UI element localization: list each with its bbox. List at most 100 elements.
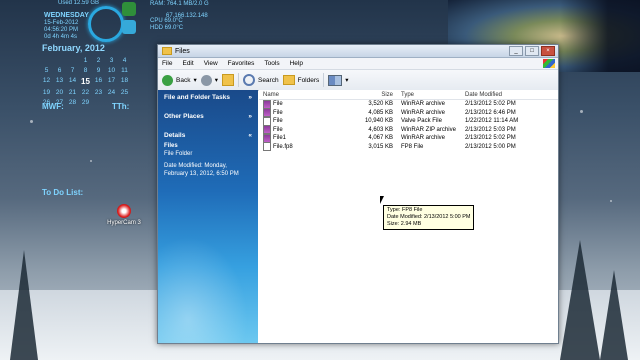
chevron-down-icon[interactable]: ▾ — [215, 76, 218, 84]
file-list[interactable]: Name Size Type Date Modified File 3,520 K… — [259, 90, 558, 343]
column-size[interactable]: Size — [335, 92, 397, 98]
calendar-day: 3 — [109, 57, 114, 64]
maximize-button[interactable]: □ — [525, 46, 539, 56]
chevron-down-icon[interactable]: ▾ — [193, 76, 196, 84]
details-modified: Date Modified: Monday, February 13, 2012… — [164, 163, 239, 177]
calendar-day: 2 — [96, 57, 101, 64]
calendar-day: 6 — [57, 67, 62, 74]
snowflake — [90, 160, 92, 162]
snowflake — [30, 120, 33, 123]
folder-icon — [162, 47, 172, 55]
menu-view[interactable]: View — [204, 60, 218, 67]
calendar-day — [40, 57, 53, 64]
label-tth: TTh: — [112, 102, 130, 111]
menu-favorites[interactable]: Favorites — [228, 60, 255, 67]
hypercam-icon — [117, 204, 131, 218]
file-row[interactable]: File 4,603 KB WinRAR ZIP archive 2/13/2012 … — [259, 125, 558, 135]
tree — [560, 240, 600, 360]
explorer-window[interactable]: Files _ □ × File Edit View Favorites Too… — [157, 44, 559, 344]
calendar-day — [92, 99, 105, 106]
chevron-down-icon[interactable]: ▾ — [345, 76, 348, 84]
menu-bar: File Edit View Favorites Tools Help — [158, 58, 558, 70]
calendar-day: 11 — [121, 67, 128, 74]
calendar-day: 20 — [55, 89, 64, 96]
file-type: WinRAR archive — [401, 101, 446, 108]
snowflake — [610, 200, 612, 202]
details-type: File Folder — [164, 151, 193, 157]
forward-button[interactable]: ▾ — [200, 74, 218, 86]
section-title: Other Places — [164, 113, 204, 120]
views-button[interactable]: ▾ — [328, 74, 349, 86]
column-type[interactable]: Type — [397, 92, 461, 98]
file-row[interactable]: File 4,085 KB WinRAR archive 2/13/2012 6:46… — [259, 108, 558, 118]
calendar-day: 19 — [42, 89, 51, 96]
calendar-day: 10 — [107, 67, 116, 74]
task-pane-decoration — [158, 223, 258, 343]
snowflake — [580, 110, 583, 113]
back-button[interactable]: Back ▾ — [162, 74, 197, 86]
file-name: File — [273, 118, 283, 125]
back-arrow-icon — [162, 74, 173, 86]
desktop-icon-hypercam[interactable]: HyperCam 3 — [104, 204, 144, 226]
file-date: 2/13/2012 5:02 PM — [465, 101, 516, 108]
calendar-title: February, 2012 — [42, 43, 105, 53]
calendar-day: 5 — [44, 67, 49, 74]
folders-label: Folders — [297, 76, 320, 84]
title-bar[interactable]: Files _ □ × — [158, 45, 558, 58]
cpu-text: CPU 69.0°C — [150, 18, 183, 24]
file-row[interactable]: File1 4,067 KB WinRAR archive 2/13/2012 5:0… — [259, 133, 558, 143]
calendar-day: 17 — [107, 77, 116, 84]
date-line: 15-Feb-2012 — [44, 20, 79, 26]
tooltip-type: Type: FP8 File — [387, 207, 423, 213]
views-icon — [328, 74, 343, 86]
up-folder-icon[interactable] — [221, 74, 234, 86]
file-rows: File 3,520 KB WinRAR archive 2/13/2012 5:02… — [259, 99, 558, 152]
calendar-day: 18 — [120, 77, 129, 84]
calendar-day: 13 — [55, 77, 64, 84]
file-tooltip: Type: FP8 File Date Modified: 2/13/2012 … — [383, 205, 475, 230]
uptime-line: 0d 4h 4m 4s — [44, 34, 78, 40]
section-other-places[interactable]: Other Places » — [158, 109, 258, 120]
file-date: 2/13/2012 6:46 PM — [465, 109, 516, 116]
calendar-day: 1 — [83, 57, 88, 64]
minimize-button[interactable]: _ — [509, 46, 523, 56]
file-row[interactable]: File.fp8 3,015 KB FP8 File 2/13/2012 5:00 P… — [259, 142, 558, 152]
earth-night-shade — [560, 0, 640, 72]
file-type: WinRAR ZIP archive — [401, 126, 456, 133]
calendar-day: 24 — [107, 89, 116, 96]
tooltip-size: Size: 2.94 MB — [387, 221, 422, 227]
search-icon — [242, 74, 255, 86]
folders-icon — [282, 75, 295, 85]
menu-help[interactable]: Help — [290, 60, 303, 67]
chevron-down-icon: » — [248, 113, 252, 120]
column-name[interactable]: Name — [259, 92, 335, 98]
menu-tools[interactable]: Tools — [264, 60, 279, 67]
menu-edit[interactable]: Edit — [182, 60, 193, 67]
label-mwf: MWF: — [42, 102, 64, 111]
search-button[interactable]: Search — [242, 74, 279, 86]
window-title: Files — [175, 47, 190, 55]
time-line: 04:56:20 PM — [44, 27, 79, 33]
file-row[interactable]: File 10,940 KB Valve Pack File 1/22/2012 11… — [259, 116, 558, 126]
forward-arrow-icon — [200, 74, 212, 86]
file-name: File — [273, 109, 283, 116]
file-type: Valve Pack File — [401, 118, 442, 125]
calendar-day: 21 — [68, 89, 77, 96]
file-date: 2/13/2012 5:03 PM — [465, 126, 516, 133]
close-button[interactable]: × — [541, 46, 555, 56]
folders-button[interactable]: Folders — [282, 75, 320, 85]
system-dial — [88, 6, 124, 42]
section-details[interactable]: Details « — [158, 128, 258, 139]
menu-file[interactable]: File — [162, 60, 172, 67]
column-date[interactable]: Date Modified — [461, 92, 545, 98]
hdd-text: HDD 69.0°C — [150, 25, 184, 31]
recycle-bin-icon[interactable] — [122, 20, 136, 34]
toolbar: Back ▾ ▾ Search Folders ▾ — [158, 70, 558, 91]
section-title: File and Folder Tasks — [164, 94, 230, 101]
file-type: WinRAR archive — [401, 135, 446, 142]
file-name-cell: File.fp8 — [259, 142, 335, 152]
file-size: 10,940 KB — [364, 118, 393, 125]
section-file-folder-tasks[interactable]: File and Folder Tasks » — [158, 90, 258, 101]
file-row[interactable]: File 3,520 KB WinRAR archive 2/13/2012 5:02… — [259, 99, 558, 109]
app-icon[interactable] — [122, 2, 136, 16]
